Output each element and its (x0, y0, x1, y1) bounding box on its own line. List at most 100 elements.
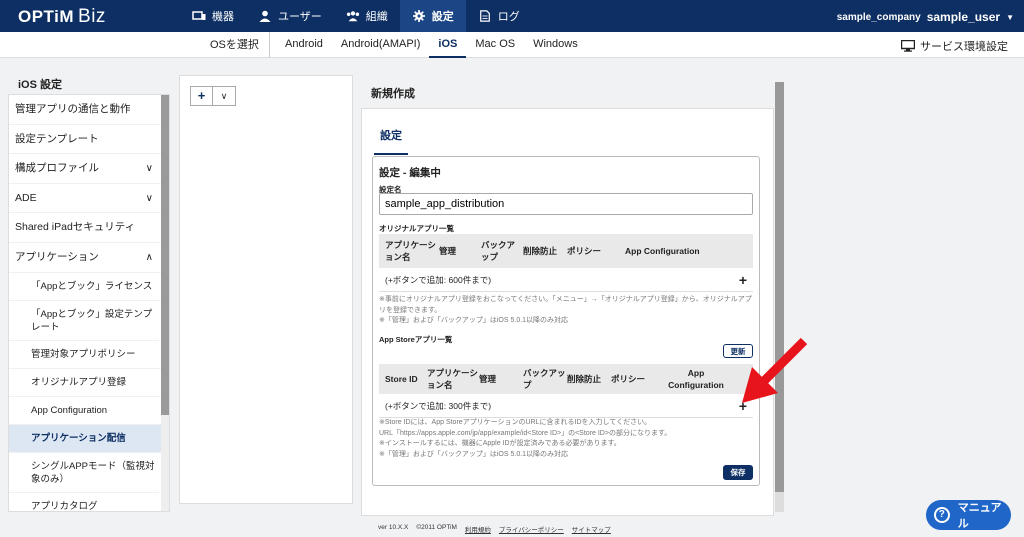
sidebar-item-vpp-license[interactable]: 「Appとブック」ライセンス (9, 273, 169, 301)
nav-label: ログ (497, 11, 520, 23)
col-header: 管理 (479, 374, 497, 384)
log-icon (479, 10, 490, 22)
chevron-down-icon: ∨ (145, 163, 153, 175)
edit-panel: 新規作成 設定 設定 - 編集中 設定名 オリジナルアプリ一覧 アプリケーション… (361, 75, 774, 516)
section-title: 設定 - 編集中 (379, 167, 441, 179)
nav-item-settings[interactable]: 設定 (399, 0, 466, 32)
chevron-down-icon: ∨ (145, 192, 153, 204)
sidebar-item-label: 構成プロファイル (15, 162, 99, 175)
main-nav: 機器 ユーザー 組織 設定 ログ (180, 0, 532, 32)
main-scroll-thumb[interactable] (775, 82, 784, 492)
sidebar-item-vpp-template[interactable]: 「Appとブック」設定テンプレート (9, 301, 159, 341)
col-header: 管理 (439, 246, 457, 256)
tab-windows[interactable]: Windows (524, 32, 587, 58)
save-button[interactable]: 保存 (723, 465, 753, 480)
sidebar-item-app-config[interactable]: App Configuration (9, 397, 169, 425)
sidebar-item-app-catalog[interactable]: アプリカタログ (9, 493, 169, 512)
sidebar-item-original-app[interactable]: オリジナルアプリ登録 (9, 369, 169, 397)
sidebar-item-label: シングルAPPモード（監視対象のみ） (31, 460, 155, 485)
col-header: アプリケーション名 (385, 240, 436, 262)
user-icon (259, 10, 271, 22)
brand-logo[interactable]: OPTiM Biz (18, 6, 106, 28)
caret-down-icon: ▼ (1006, 12, 1014, 22)
nav-label: ユーザー (278, 11, 322, 23)
sidebar-item-config-profile[interactable]: 構成プロファイル ∨ (9, 154, 169, 184)
sidebar-item-label: 管理アプリの通信と動作 (15, 103, 131, 115)
sidebar-item-single-app-mode[interactable]: シングルAPPモード（監視対象のみ） (9, 453, 159, 493)
sidebar-title: iOS 設定 (18, 79, 63, 91)
top-bar: OPTiM Biz 機器 ユーザー 組織 設定 ログ sample_company… (0, 0, 1024, 32)
tab-ios[interactable]: iOS (429, 32, 467, 58)
chevron-up-icon: ∧ (145, 251, 153, 263)
user-name: sample_user (926, 10, 1001, 24)
sidebar-item-app-distribution[interactable]: アプリケーション配信 (9, 424, 169, 453)
sidebar-item-label: Shared iPadセキュリティ (15, 221, 136, 234)
col-header: 削除防止 (523, 246, 558, 256)
setting-name-input[interactable] (379, 193, 753, 215)
red-arrow-annotation (742, 337, 808, 403)
col-header: App Configuration (668, 368, 724, 390)
col-header: Store ID (385, 374, 418, 384)
sidebar-scroll-thumb[interactable] (161, 95, 169, 415)
sidebar-item-shared-ipad[interactable]: Shared iPadセキュリティ (9, 213, 169, 243)
nav-item-log[interactable]: ログ (466, 0, 532, 32)
tab-settings[interactable]: 設定 (374, 125, 408, 155)
sidebar-item-label: 設定テンプレート (15, 132, 99, 145)
sitemap-link[interactable]: サイトマップ (572, 524, 611, 534)
sidebar-scrollbar[interactable] (161, 95, 169, 511)
add-setting-group: + ∨ (190, 86, 236, 106)
sidebar-item-applications[interactable]: アプリケーション ∧ (9, 243, 169, 273)
original-apps-add-row: (+ボタンで追加: 600件まで) + (379, 268, 753, 292)
sidebar-item-app-comm[interactable]: 管理アプリの通信と動作 (9, 95, 169, 125)
col-header: アプリケーション名 (427, 368, 478, 390)
sidebar-item-label: アプリカタログ (31, 500, 98, 512)
col-header: App Configuration (625, 246, 700, 256)
os-select-label: OSを選択 (200, 32, 270, 58)
os-tab-bar: OSを選択 Android Android(AMAPI) iOS Mac OS … (0, 32, 1024, 58)
tab-android[interactable]: Android (276, 32, 332, 58)
copyright-text: ©2011 OPTiM (416, 524, 457, 531)
manual-button[interactable]: ? マニュアル (926, 500, 1011, 530)
nav-item-organization[interactable]: 組織 (334, 0, 400, 32)
sidebar-item-label: ADE (15, 191, 37, 204)
sidebar-item-templates[interactable]: 設定テンプレート (9, 125, 169, 155)
brand-suffix: Biz (78, 6, 106, 27)
appstore-apps-header: Store ID アプリケーション名 管理 バックアップ 削除防止 ポリシー A… (379, 364, 753, 394)
settings-form: 設定 - 編集中 設定名 オリジナルアプリ一覧 アプリケーション名 管理 バック… (372, 156, 760, 486)
service-settings-link[interactable]: サービス環境設定 (901, 38, 1008, 54)
terms-link[interactable]: 利用規約 (465, 524, 491, 534)
col-header: 削除防止 (567, 374, 602, 384)
nav-label: 組織 (365, 11, 388, 23)
col-header: バックアップ (523, 368, 566, 390)
company-name: sample_company (836, 11, 921, 23)
chevron-down-icon: ∨ (220, 91, 228, 101)
original-apps-note: ※事前にオリジナルアプリ登録をおこなってください。「メニュー」→「オリジナルアプ… (379, 296, 752, 324)
group-icon (346, 11, 359, 22)
tab-android-amapi[interactable]: Android(AMAPI) (332, 32, 429, 58)
main-scrollbar[interactable] (775, 82, 784, 512)
sidebar-item-label: App Configuration (31, 404, 108, 416)
add-original-app-button[interactable]: + (739, 268, 747, 292)
appstore-apps-note: ※Store IDには、App StoreアプリケーションのURLに含まれるID… (379, 419, 672, 458)
device-icon (192, 11, 206, 20)
add-dropdown-button[interactable]: ∨ (213, 87, 235, 105)
os-tabs: Android Android(AMAPI) iOS Mac OS Window… (276, 32, 587, 58)
manual-label: マニュアル (957, 502, 1002, 530)
nav-item-devices[interactable]: 機器 (180, 0, 246, 32)
gear-icon (412, 10, 425, 22)
settings-list-panel: + ∨ (179, 75, 353, 504)
tab-macos[interactable]: Mac OS (466, 32, 524, 58)
add-setting-button[interactable]: + (191, 87, 213, 105)
nav-item-users[interactable]: ユーザー (246, 0, 334, 32)
original-apps-label: オリジナルアプリ一覧 (379, 224, 454, 233)
edit-card: 設定 設定 - 編集中 設定名 オリジナルアプリ一覧 アプリケーション名 管理 … (361, 108, 774, 516)
privacy-link[interactable]: プライバシーポリシー (499, 524, 564, 534)
sidebar-item-ade[interactable]: ADE ∨ (9, 184, 169, 214)
brand-name: OPTiM (18, 7, 75, 26)
sidebar-item-managed-app-policy[interactable]: 管理対象アプリポリシー (9, 341, 169, 369)
sidebar-item-label: オリジナルアプリ登録 (31, 376, 127, 388)
sidebar-item-label: アプリケーション配信 (31, 432, 126, 444)
help-icon: ? (934, 507, 950, 523)
monitor-icon (901, 40, 915, 52)
user-menu[interactable]: sample_company sample_user ▼ (837, 10, 1014, 24)
